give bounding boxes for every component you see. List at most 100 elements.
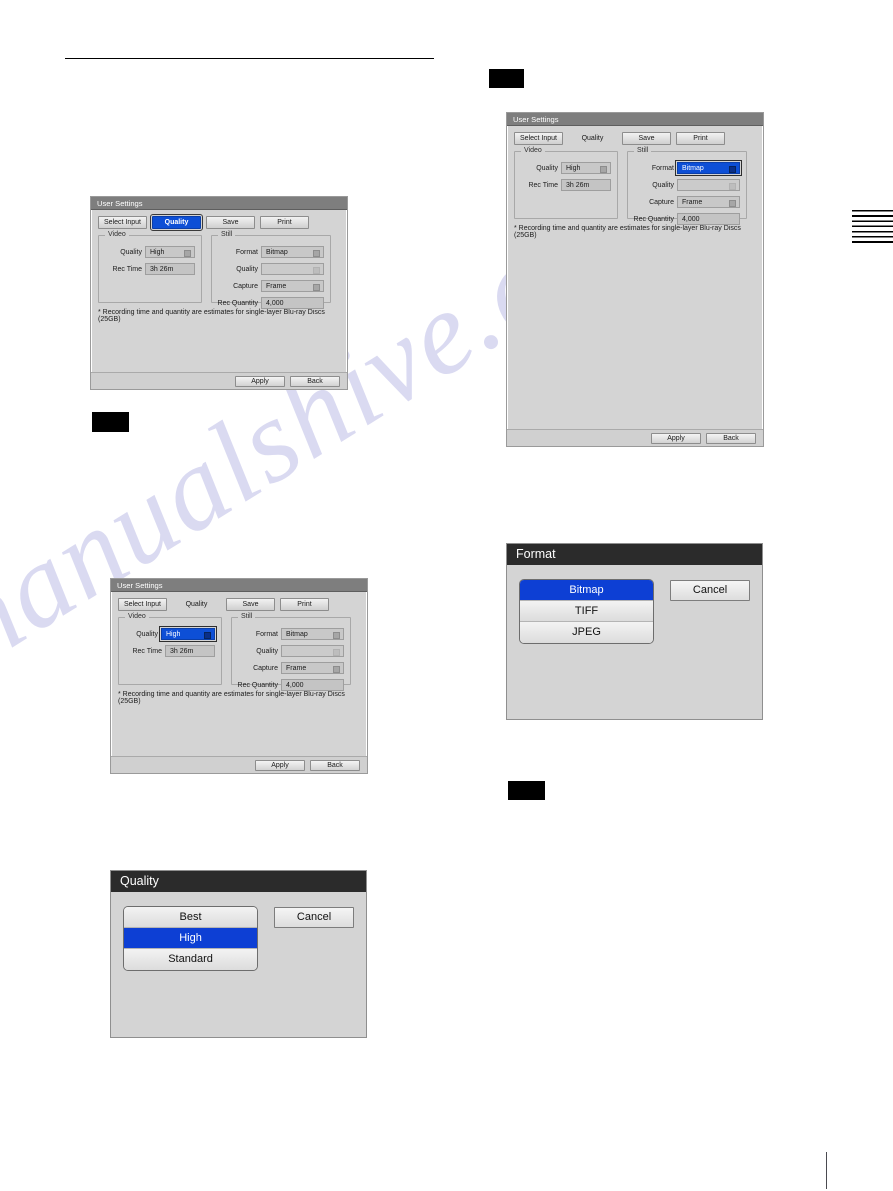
dialog-footer: Apply Back (111, 756, 367, 773)
still-group: Still Format Bitmap Quality Capture Fram… (211, 231, 331, 309)
page-edge-tab-marker (852, 210, 893, 246)
still-capture-row: Capture Frame (634, 196, 740, 208)
back-button[interactable]: Back (310, 759, 360, 771)
dialog-footer: Apply Back (91, 372, 347, 389)
dialog-title: User Settings (91, 197, 347, 210)
still-group-title: Still (238, 613, 256, 620)
tab-select-input[interactable]: Select Input (118, 598, 167, 611)
tab-save[interactable]: Save (206, 216, 255, 229)
still-rec-quantity-row: Rec Quantity 4,000 (232, 679, 344, 691)
tab-print[interactable]: Print (676, 132, 725, 145)
still-quality-combo (261, 263, 324, 275)
video-quality-label: Quality (120, 248, 142, 256)
still-format-combo[interactable]: Bitmap (281, 628, 344, 640)
still-format-label: Format (255, 630, 278, 638)
still-group: Still Format Bitmap Quality Capture Fram… (627, 147, 747, 225)
still-format-label: Format (651, 164, 674, 172)
popup-title: Format (507, 544, 762, 565)
step-number-badge-redacted (508, 781, 545, 800)
apply-button[interactable]: Apply (235, 375, 285, 387)
still-quality-label: Quality (256, 647, 278, 655)
video-quality-row: Quality High (105, 246, 195, 258)
estimate-note: * Recording time and quantity are estima… (514, 225, 741, 239)
cancel-button[interactable]: Cancel (274, 907, 354, 928)
tab-select-input[interactable]: Select Input (514, 132, 563, 145)
quality-option-list: Best High Standard (123, 906, 259, 971)
tab-select-input[interactable]: Select Input (98, 216, 147, 229)
still-rec-quantity-value: 4,000 (281, 679, 344, 691)
tab-strip: Select Input Quality Save Print (98, 214, 340, 231)
video-quality-combo[interactable]: High (159, 626, 217, 642)
user-settings-dialog-format-combo-focused: User Settings Select Input Quality Save … (506, 112, 764, 447)
still-capture-row: Capture Frame (218, 280, 324, 292)
still-capture-combo[interactable]: Frame (677, 196, 740, 208)
step-number-badge-redacted (489, 69, 524, 88)
still-capture-row: Capture Frame (238, 662, 344, 674)
step-number-badge-redacted (92, 412, 129, 432)
still-capture-label: Capture (253, 664, 278, 672)
video-rec-time-row: Rec Time 3h 26m (125, 645, 215, 657)
video-group: Video Quality High Rec Time 3h 26m (118, 613, 222, 685)
tab-print[interactable]: Print (260, 216, 309, 229)
still-format-combo[interactable]: Bitmap (675, 160, 742, 176)
video-rec-time-label: Rec Time (132, 647, 162, 655)
format-option-bitmap[interactable]: Bitmap (520, 580, 654, 601)
video-quality-label: Quality (536, 164, 558, 172)
quality-option-standard[interactable]: Standard (124, 949, 258, 970)
still-capture-combo[interactable]: Frame (281, 662, 344, 674)
dialog-footer: Apply Back (507, 429, 763, 446)
dialog-title: User Settings (111, 579, 367, 592)
dialog-title: User Settings (507, 113, 763, 126)
popup-title: Quality (111, 871, 366, 892)
video-group-title: Video (105, 231, 129, 238)
apply-button[interactable]: Apply (651, 432, 701, 444)
user-settings-dialog-quality-tab-selected: User Settings Select Input Quality Save … (90, 196, 348, 390)
still-format-row: Format Bitmap (218, 246, 324, 258)
quality-option-best[interactable]: Best (124, 907, 258, 928)
tab-quality[interactable]: Quality (568, 132, 617, 145)
video-group-title: Video (521, 147, 545, 154)
tab-save[interactable]: Save (622, 132, 671, 145)
back-button[interactable]: Back (706, 432, 756, 444)
tab-strip: Select Input Quality Save Print (514, 132, 756, 145)
still-rec-quantity-value: 4,000 (261, 297, 324, 309)
tab-strip: Select Input Quality Save Print (118, 598, 360, 611)
still-capture-label: Capture (649, 198, 674, 206)
still-quality-label: Quality (652, 181, 674, 189)
format-option-tiff[interactable]: TIFF (520, 601, 654, 622)
tab-print[interactable]: Print (280, 598, 329, 611)
video-rec-time-label: Rec Time (528, 181, 558, 189)
estimate-note: * Recording time and quantity are estima… (118, 691, 345, 705)
header-rule (65, 58, 434, 59)
apply-button[interactable]: Apply (255, 759, 305, 771)
still-format-label: Format (235, 248, 258, 256)
video-quality-row: Quality High (125, 626, 217, 642)
footer-rule (826, 1152, 827, 1189)
still-format-row: Format Bitmap (634, 160, 742, 176)
still-quality-combo (677, 179, 740, 191)
still-rec-quantity-label: Rec Quantity (237, 681, 278, 689)
cancel-button[interactable]: Cancel (670, 580, 750, 601)
still-format-row: Format Bitmap (238, 628, 344, 640)
video-quality-combo[interactable]: High (145, 246, 195, 258)
video-rec-time-row: Rec Time 3h 26m (105, 263, 195, 275)
video-quality-combo[interactable]: High (561, 162, 611, 174)
tab-save[interactable]: Save (226, 598, 275, 611)
tab-quality[interactable]: Quality (172, 598, 221, 611)
still-quality-row: Quality (634, 179, 740, 191)
quality-selection-dialog: Quality Best High Standard Cancel (110, 870, 367, 1038)
still-format-combo[interactable]: Bitmap (261, 246, 324, 258)
video-quality-row: Quality High (521, 162, 611, 174)
video-rec-time-value: 3h 26m (561, 179, 611, 191)
video-rec-time-label: Rec Time (112, 265, 142, 273)
still-capture-combo[interactable]: Frame (261, 280, 324, 292)
still-group-title: Still (634, 147, 652, 154)
back-button[interactable]: Back (290, 375, 340, 387)
still-rec-quantity-value: 4,000 (677, 213, 740, 225)
still-rec-quantity-label: Rec Quantity (633, 215, 674, 223)
still-group-title: Still (218, 231, 236, 238)
format-option-jpeg[interactable]: JPEG (520, 622, 654, 643)
quality-option-high[interactable]: High (124, 928, 258, 949)
video-rec-time-value: 3h 26m (145, 263, 195, 275)
tab-quality[interactable]: Quality (150, 214, 203, 231)
